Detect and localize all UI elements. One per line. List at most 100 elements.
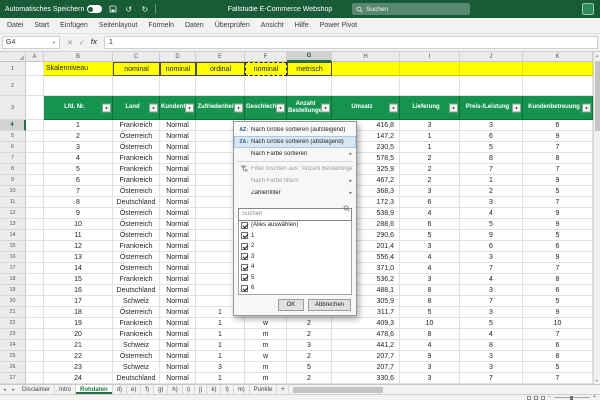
titlebar-search[interactable]: Suchen bbox=[352, 3, 470, 15]
cell-H23[interactable]: 478,6 bbox=[332, 329, 400, 340]
cell-H1[interactable] bbox=[332, 62, 400, 76]
cell-A13[interactable] bbox=[26, 219, 44, 230]
ribbon-tab-daten[interactable]: Daten bbox=[185, 22, 204, 29]
cell-J6[interactable]: 5 bbox=[460, 142, 523, 153]
cell-D15[interactable]: Normal bbox=[160, 241, 196, 252]
column-header-F[interactable]: F bbox=[245, 52, 287, 62]
cell-D21[interactable]: Normal bbox=[160, 307, 196, 318]
cell-K6[interactable]: 7 bbox=[523, 142, 593, 153]
cell-A1[interactable] bbox=[26, 62, 44, 76]
cell-J25[interactable]: 3 bbox=[460, 351, 523, 362]
cell-G27[interactable]: 2 bbox=[287, 373, 332, 384]
filter-checkbox-2[interactable]: 2 bbox=[241, 241, 349, 252]
cell-I27[interactable]: 3 bbox=[400, 373, 460, 384]
cell-E24[interactable]: 1 bbox=[196, 340, 245, 351]
filter-checkbox-6[interactable]: 6 bbox=[241, 283, 349, 294]
cell-F24[interactable]: m bbox=[245, 340, 287, 351]
cell-A27[interactable] bbox=[26, 373, 44, 384]
cell-A2[interactable] bbox=[26, 76, 44, 96]
row-header-7[interactable]: 7 bbox=[0, 153, 26, 164]
cell-C17[interactable]: Österreich bbox=[113, 263, 160, 274]
cell-J11[interactable]: 3 bbox=[460, 197, 523, 208]
cell-K23[interactable]: 7 bbox=[523, 329, 593, 340]
row-header-8[interactable]: 8 bbox=[0, 164, 26, 175]
cell-I8[interactable]: 2 bbox=[400, 164, 460, 175]
cell-C16[interactable]: Österreich bbox=[113, 252, 160, 263]
cell-K7[interactable]: 8 bbox=[523, 153, 593, 164]
cell-B16[interactable]: 13 bbox=[44, 252, 113, 263]
cell-C27[interactable]: Deutschland bbox=[113, 373, 160, 384]
cancel-entry-icon[interactable]: ✕ bbox=[67, 39, 73, 47]
filter-checkbox-3[interactable]: 3 bbox=[241, 252, 349, 263]
cell-J17[interactable]: 7 bbox=[460, 263, 523, 274]
cell-D16[interactable]: Normal bbox=[160, 252, 196, 263]
tab-scroll-right-icon[interactable]: ▸ bbox=[9, 385, 18, 394]
save-icon[interactable] bbox=[107, 5, 118, 13]
filter-button-G[interactable]: ▼ bbox=[321, 103, 330, 112]
row-header-2[interactable]: 2 bbox=[0, 76, 26, 96]
redo-icon[interactable]: ↻ bbox=[139, 5, 150, 14]
cell-H27[interactable]: 330,6 bbox=[332, 373, 400, 384]
cell-J2[interactable] bbox=[460, 76, 523, 96]
ok-button[interactable]: OK bbox=[277, 299, 304, 311]
cell-E26[interactable]: 3 bbox=[196, 362, 245, 373]
row-header-26[interactable]: 26 bbox=[0, 362, 26, 373]
name-box-dropdown-icon[interactable]: ▼ bbox=[52, 40, 56, 45]
cell-D11[interactable]: Normal bbox=[160, 197, 196, 208]
cell-D14[interactable]: Normal bbox=[160, 230, 196, 241]
cell-E2[interactable] bbox=[196, 76, 245, 96]
row-header-14[interactable]: 14 bbox=[0, 230, 26, 241]
cell-K10[interactable]: 5 bbox=[523, 186, 593, 197]
cell-B10[interactable]: 7 bbox=[44, 186, 113, 197]
cell-A10[interactable] bbox=[26, 186, 44, 197]
cell-B12[interactable]: 9 bbox=[44, 208, 113, 219]
cell-A17[interactable] bbox=[26, 263, 44, 274]
cell-K26[interactable]: 5 bbox=[523, 362, 593, 373]
cell-K20[interactable]: 5 bbox=[523, 296, 593, 307]
cell-I17[interactable]: 4 bbox=[400, 263, 460, 274]
cell-J22[interactable]: 5 bbox=[460, 318, 523, 329]
scrollbar-thumb[interactable] bbox=[293, 387, 384, 393]
cell-G2[interactable] bbox=[287, 76, 332, 96]
cell-D23[interactable]: Normal bbox=[160, 329, 196, 340]
menu-item-sort-ascending[interactable]: AZ↓ Nach Größe sortieren (aufsteigend) bbox=[234, 124, 356, 136]
cell-A24[interactable] bbox=[26, 340, 44, 351]
cell-B15[interactable]: 12 bbox=[44, 241, 113, 252]
cell-J26[interactable]: 3 bbox=[460, 362, 523, 373]
sheet-tab-intro[interactable]: Intro bbox=[55, 385, 77, 394]
cell-I6[interactable]: 1 bbox=[400, 142, 460, 153]
cell-C7[interactable]: Frankreich bbox=[113, 153, 160, 164]
cell-D20[interactable]: Normal bbox=[160, 296, 196, 307]
cell-B17[interactable]: 14 bbox=[44, 263, 113, 274]
cell-skalenniveau[interactable]: Skalenniveau bbox=[44, 62, 113, 76]
cell-I1[interactable] bbox=[400, 62, 460, 76]
cell-A15[interactable] bbox=[26, 241, 44, 252]
cell-B6[interactable]: 3 bbox=[44, 142, 113, 153]
cell-K12[interactable]: 9 bbox=[523, 208, 593, 219]
cell-B13[interactable]: 10 bbox=[44, 219, 113, 230]
cell-I13[interactable]: 6 bbox=[400, 219, 460, 230]
name-box[interactable]: G4 ▼ bbox=[2, 36, 60, 49]
cell-D7[interactable]: Normal bbox=[160, 153, 196, 164]
cell-B25[interactable]: 22 bbox=[44, 351, 113, 362]
cell-I4[interactable]: 3 bbox=[400, 120, 460, 131]
column-header-E[interactable]: E bbox=[196, 52, 245, 62]
cell-J16[interactable]: 3 bbox=[460, 252, 523, 263]
cell-B9[interactable]: 6 bbox=[44, 175, 113, 186]
cell-C21[interactable]: Österreich bbox=[113, 307, 160, 318]
cell-E25[interactable]: 1 bbox=[196, 351, 245, 362]
ribbon-tab-hilfe[interactable]: Hilfe bbox=[295, 22, 309, 29]
filter-button-F[interactable]: ▼ bbox=[276, 103, 285, 112]
cell-K17[interactable]: 7 bbox=[523, 263, 593, 274]
zoom-out-icon[interactable]: − bbox=[548, 395, 551, 400]
cell-D19[interactable]: Normal bbox=[160, 285, 196, 296]
cell-B22[interactable]: 19 bbox=[44, 318, 113, 329]
cell-D6[interactable]: Normal bbox=[160, 142, 196, 153]
cell-I9[interactable]: 2 bbox=[400, 175, 460, 186]
cell-J20[interactable]: 7 bbox=[460, 296, 523, 307]
cell-I10[interactable]: 3 bbox=[400, 186, 460, 197]
filter-search-input[interactable] bbox=[238, 207, 352, 221]
ribbon-tab--berpr-fen[interactable]: Überprüfen bbox=[215, 22, 250, 29]
cell-D5[interactable]: Normal bbox=[160, 131, 196, 142]
cell-J27[interactable]: 7 bbox=[460, 373, 523, 384]
